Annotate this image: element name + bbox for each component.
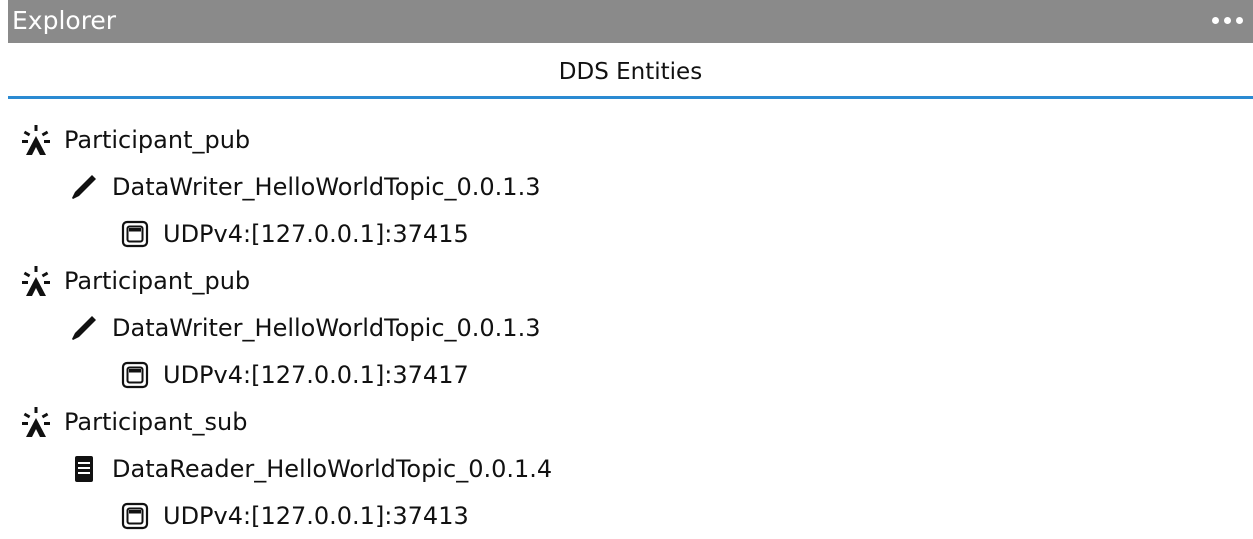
- tree-item-label: UDPv4:[127.0.0.1]:37415: [163, 219, 469, 248]
- explorer-titlebar: Explorer: [8, 0, 1253, 43]
- tree-item-label: DataWriter_HelloWorldTopic_0.0.1.3: [112, 313, 541, 342]
- tree-item-participant[interactable]: Participant_pub: [0, 116, 1253, 163]
- network-port-icon: [117, 216, 153, 252]
- participant-icon: [18, 122, 54, 158]
- pencil-icon: [66, 169, 102, 205]
- tree-item-label: Participant_pub: [64, 266, 251, 295]
- tree-item-label: Participant_pub: [64, 125, 251, 154]
- panel-title: DDS Entities: [558, 59, 703, 85]
- panel-header: DDS Entities: [8, 43, 1253, 99]
- tree-item-locator[interactable]: UDPv4:[127.0.0.1]:37417: [0, 351, 1253, 398]
- tree-item-datawriter[interactable]: DataWriter_HelloWorldTopic_0.0.1.3: [0, 304, 1253, 351]
- participant-icon: [18, 263, 54, 299]
- participant-icon: [18, 404, 54, 440]
- tree-item-label: Participant_sub: [64, 407, 248, 436]
- tree-item-participant[interactable]: Participant_pub: [0, 257, 1253, 304]
- more-options-icon[interactable]: [1212, 17, 1243, 24]
- tree-item-label: DataReader_HelloWorldTopic_0.0.1.4: [112, 454, 553, 483]
- entity-tree: Participant_pub DataWriter_HelloWorldTop…: [0, 116, 1253, 539]
- tree-item-participant[interactable]: Participant_sub: [0, 398, 1253, 445]
- network-port-icon: [117, 498, 153, 534]
- tree-item-datawriter[interactable]: DataWriter_HelloWorldTopic_0.0.1.3: [0, 163, 1253, 210]
- pencil-icon: [66, 310, 102, 346]
- tree-item-label: UDPv4:[127.0.0.1]:37417: [163, 360, 469, 389]
- tree-item-label: DataWriter_HelloWorldTopic_0.0.1.3: [112, 172, 541, 201]
- network-port-icon: [117, 357, 153, 393]
- document-icon: [66, 451, 102, 487]
- window-title: Explorer: [12, 6, 117, 35]
- tree-item-label: UDPv4:[127.0.0.1]:37413: [163, 501, 469, 530]
- tree-item-locator[interactable]: UDPv4:[127.0.0.1]:37413: [0, 492, 1253, 539]
- tree-item-datareader[interactable]: DataReader_HelloWorldTopic_0.0.1.4: [0, 445, 1253, 492]
- tree-item-locator[interactable]: UDPv4:[127.0.0.1]:37415: [0, 210, 1253, 257]
